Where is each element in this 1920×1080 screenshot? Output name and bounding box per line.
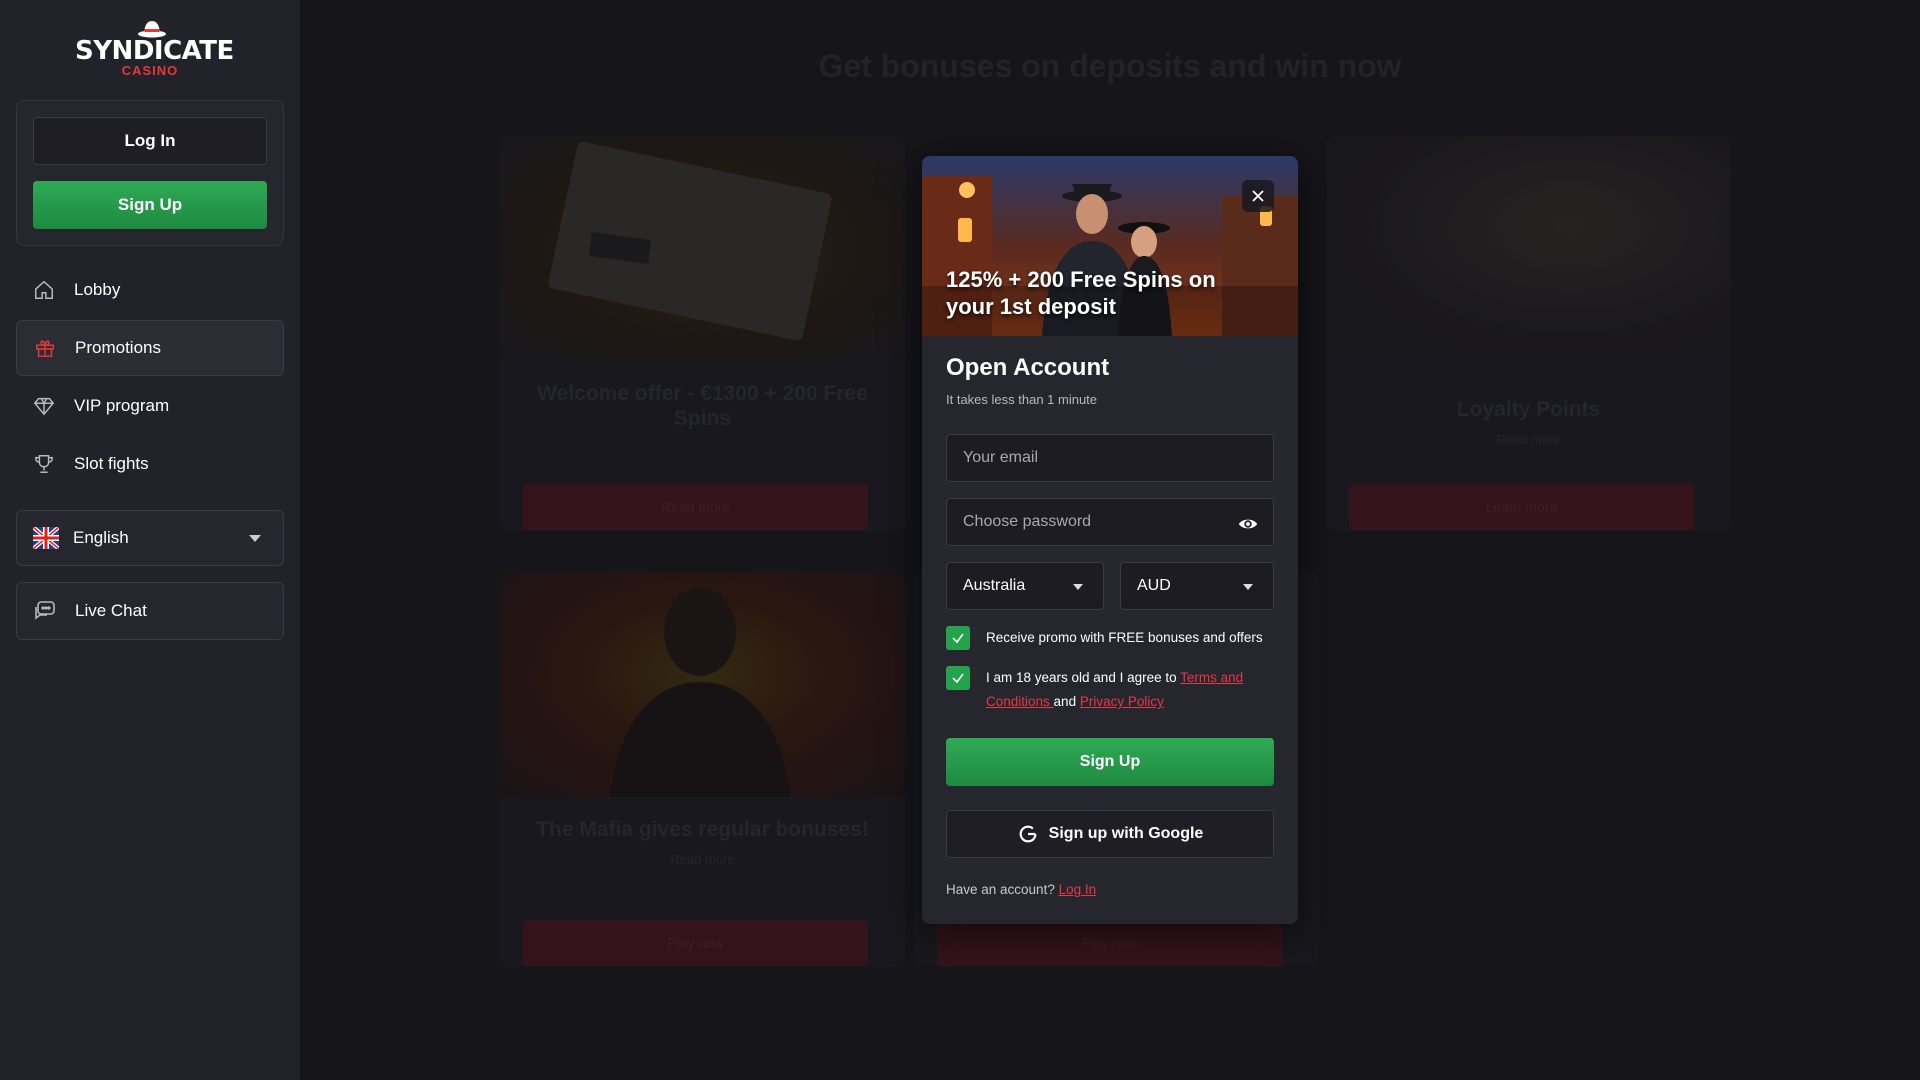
trophy-icon: [32, 452, 56, 476]
sidebar-item-lobby[interactable]: Lobby: [16, 262, 284, 318]
chevron-down-icon: [1073, 584, 1083, 590]
sidebar-item-promotions[interactable]: Promotions: [16, 320, 284, 376]
have-account-label: Have an account?: [946, 882, 1059, 897]
check-icon: [952, 673, 964, 684]
country-value: Australia: [963, 577, 1026, 594]
currency-select[interactable]: AUD: [1120, 562, 1274, 610]
logo-brand: SYNDICATE: [75, 36, 234, 66]
google-icon: [1019, 825, 1037, 843]
promo-banner: 125% + 200 Free Spins on your 1st deposi…: [922, 156, 1298, 336]
email-field[interactable]: [946, 434, 1274, 482]
home-icon: [32, 278, 56, 302]
sidebar-item-vip[interactable]: VIP program: [16, 378, 284, 434]
modal-title: Open Account: [946, 354, 1110, 381]
terms-checkbox-label: I am 18 years old and I agree to Terms a…: [986, 666, 1276, 714]
chevron-down-icon: [1243, 584, 1253, 590]
privacy-link[interactable]: Privacy Policy: [1080, 694, 1164, 709]
language-selector[interactable]: English: [16, 510, 284, 566]
sidebar-signup-button[interactable]: Sign Up: [33, 181, 267, 229]
google-signup-label: Sign up with Google: [1048, 825, 1204, 842]
banner-headline: 125% + 200 Free Spins on your 1st deposi…: [946, 267, 1216, 319]
sidebar-item-slot-fights[interactable]: Slot fights: [16, 436, 284, 492]
signup-modal: 125% + 200 Free Spins on your 1st deposi…: [922, 156, 1298, 924]
eye-icon[interactable]: [1238, 514, 1258, 534]
close-icon: [1252, 190, 1264, 202]
hat-icon: [138, 21, 166, 38]
live-chat-label: Live Chat: [75, 601, 147, 620]
logo-sub: CASINO: [121, 63, 179, 78]
terms-checkbox[interactable]: [946, 666, 970, 690]
sidebar-item-label: Slot fights: [74, 454, 149, 473]
chevron-down-icon: [249, 535, 261, 542]
google-signup-button[interactable]: Sign up with Google: [946, 810, 1274, 858]
sidebar-nav: Lobby Promotions VIP program Slot fights: [16, 262, 284, 494]
uk-flag-icon: [33, 527, 59, 549]
close-button[interactable]: [1242, 180, 1274, 212]
sidebar-item-label: Promotions: [75, 338, 161, 357]
promo-checkbox[interactable]: [946, 626, 970, 650]
chat-icon: [35, 601, 55, 620]
age-text: I am 18 years old and I agree to: [986, 670, 1181, 685]
sidebar: SYNDICATE CASINO Log In Sign Up Lobby Pr…: [0, 0, 300, 1080]
check-icon: [952, 633, 964, 644]
country-select[interactable]: Australia: [946, 562, 1104, 610]
promo-checkbox-label: Receive promo with FREE bonuses and offe…: [986, 630, 1263, 645]
gift-icon: [33, 336, 57, 360]
language-label: English: [73, 528, 129, 547]
modal-subtitle: It takes less than 1 minute: [946, 392, 1098, 407]
currency-value: AUD: [1137, 577, 1171, 594]
login-link[interactable]: Log In: [1059, 882, 1097, 897]
syndicate-logo[interactable]: SYNDICATE CASINO: [75, 18, 234, 78]
have-account-text: Have an account? Log In: [946, 882, 1096, 897]
login-button[interactable]: Log In: [33, 117, 267, 165]
sidebar-item-label: Lobby: [74, 280, 121, 299]
password-field[interactable]: [946, 498, 1274, 546]
and-text: and: [1053, 694, 1080, 709]
live-chat-button[interactable]: Live Chat: [16, 582, 284, 640]
auth-box: Log In Sign Up: [16, 100, 284, 246]
sidebar-item-label: VIP program: [74, 396, 170, 415]
signup-button[interactable]: Sign Up: [946, 738, 1274, 786]
diamond-icon: [32, 394, 56, 418]
